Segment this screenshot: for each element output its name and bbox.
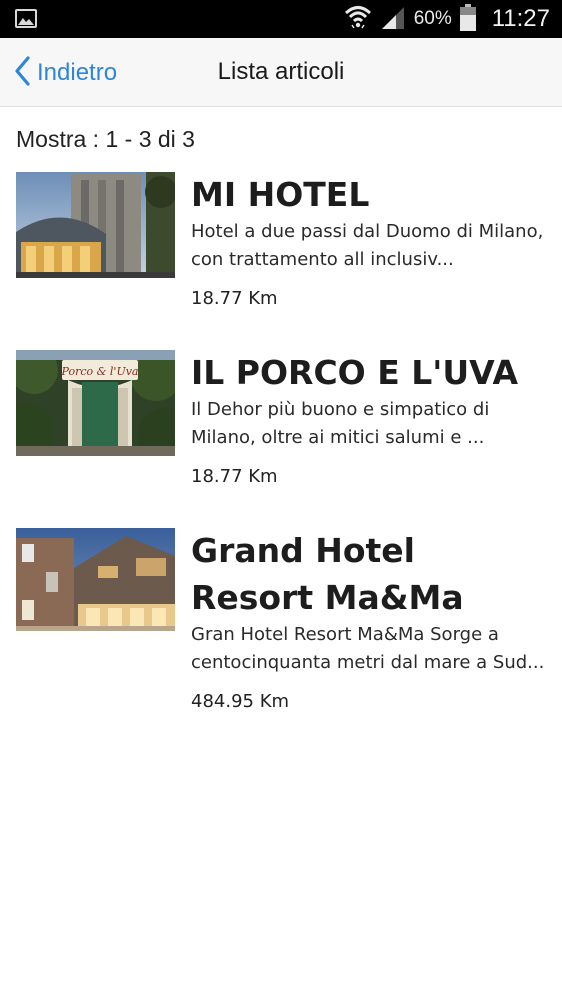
item-image-grand-hotel-resort	[16, 528, 175, 631]
item-distance: 18.77 Km	[191, 466, 278, 487]
item-title: IL PORCO E L'UVA	[191, 353, 519, 392]
item-description: Gran Hotel Resort Ma&Ma Sorge a centocin…	[191, 624, 545, 673]
item-description: Hotel a due passi dal Duomo di Milano, c…	[191, 221, 544, 270]
navigation-bar: Indietro Lista articoli	[0, 38, 562, 107]
battery-percent: 60%	[413, 8, 452, 29]
status-bar: 60% 11:27	[0, 0, 562, 38]
battery-icon	[459, 3, 476, 35]
results-count: Mostra : 1 - 3 di 3	[16, 126, 195, 152]
signal-icon	[380, 5, 406, 33]
sign-text: Porco & l'Uva	[61, 365, 139, 378]
page-title: Lista articoli	[217, 58, 345, 85]
item-distance: 18.77 Km	[191, 288, 278, 309]
item-image-mi-hotel	[16, 172, 175, 278]
clock: 11:27	[491, 5, 550, 32]
item-description: Il Dehor più buono e simpatico di Milano…	[191, 399, 490, 448]
item-distance: 484.95 Km	[191, 691, 290, 712]
item-image-il-porco-e-luva: Porco & l'Uva	[16, 350, 175, 456]
item-title: MI HOTEL	[191, 175, 370, 214]
wifi-icon	[344, 4, 372, 34]
gallery-icon	[15, 9, 37, 28]
item-title: Grand Hotel Resort Ma&Ma	[191, 531, 464, 617]
